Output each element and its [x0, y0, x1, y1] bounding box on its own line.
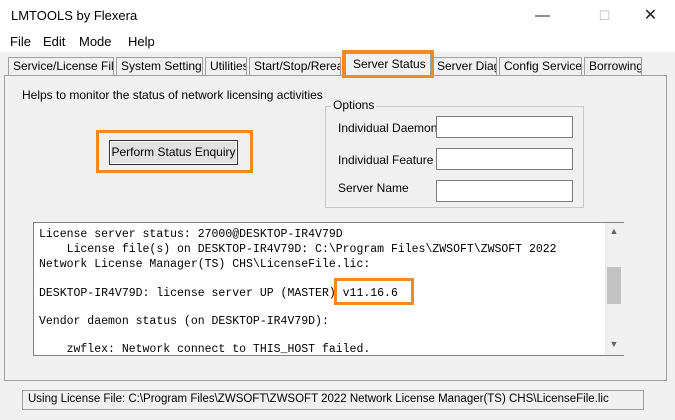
tab-start-stop-reread[interactable]: Start/Stop/Reread: [249, 57, 341, 75]
individual-feature-input[interactable]: [436, 148, 573, 170]
server-name-label: Server Name: [338, 181, 409, 195]
maximize-button[interactable]: ☐: [582, 0, 627, 32]
options-legend: Options: [331, 98, 377, 112]
help-text: Helps to monitor the status of network l…: [22, 88, 323, 102]
individual-feature-label: Individual Feature: [338, 153, 434, 167]
tab-config-services[interactable]: Config Services: [499, 57, 582, 75]
menu-edit[interactable]: Edit: [43, 34, 65, 49]
close-button[interactable]: ✕: [628, 0, 673, 32]
tab-utilities[interactable]: Utilities: [205, 57, 247, 75]
tab-server-diags[interactable]: Server Diags: [432, 57, 497, 75]
scroll-down-arrow-icon[interactable]: ▼: [605, 339, 623, 353]
individual-daemon-input[interactable]: [436, 116, 573, 138]
menu-mode[interactable]: Mode: [79, 34, 112, 49]
status-line: Network License Manager(TS) CHS\LicenseF…: [39, 258, 371, 271]
scroll-thumb[interactable]: [607, 267, 621, 304]
menu-file[interactable]: File: [10, 34, 31, 49]
version-highlight-box: [334, 278, 414, 305]
license-file-path: Using License File: C:\Program Files\ZWS…: [28, 393, 609, 405]
menu-help[interactable]: Help: [128, 34, 155, 49]
individual-daemon-label: Individual Daemon: [338, 121, 438, 135]
status-output-area[interactable]: License server status: 27000@DESKTOP-IR4…: [33, 222, 624, 356]
scroll-up-arrow-icon[interactable]: ▲: [605, 226, 623, 240]
status-line: License server status: 27000@DESKTOP-IR4…: [39, 228, 343, 241]
tab-system-settings[interactable]: System Settings: [116, 57, 203, 75]
server-name-input[interactable]: [436, 180, 573, 202]
perform-status-enquiry-button[interactable]: Perform Status Enquiry: [109, 140, 238, 165]
window-title: LMTOOLS by Flexera: [11, 8, 138, 23]
minimize-button[interactable]: —: [520, 0, 565, 32]
status-line: zwflex: Network connect to THIS_HOST fai…: [39, 343, 371, 356]
tab-service-license-file[interactable]: Service/License File: [8, 57, 114, 75]
tab-server-status[interactable]: Server Status: [342, 50, 434, 78]
status-line: Vendor daemon status (on DESKTOP-IR4V79D…: [39, 315, 329, 328]
tab-borrowing[interactable]: Borrowing: [584, 57, 642, 75]
status-line: License file(s) on DESKTOP-IR4V79D: C:\P…: [39, 243, 557, 256]
